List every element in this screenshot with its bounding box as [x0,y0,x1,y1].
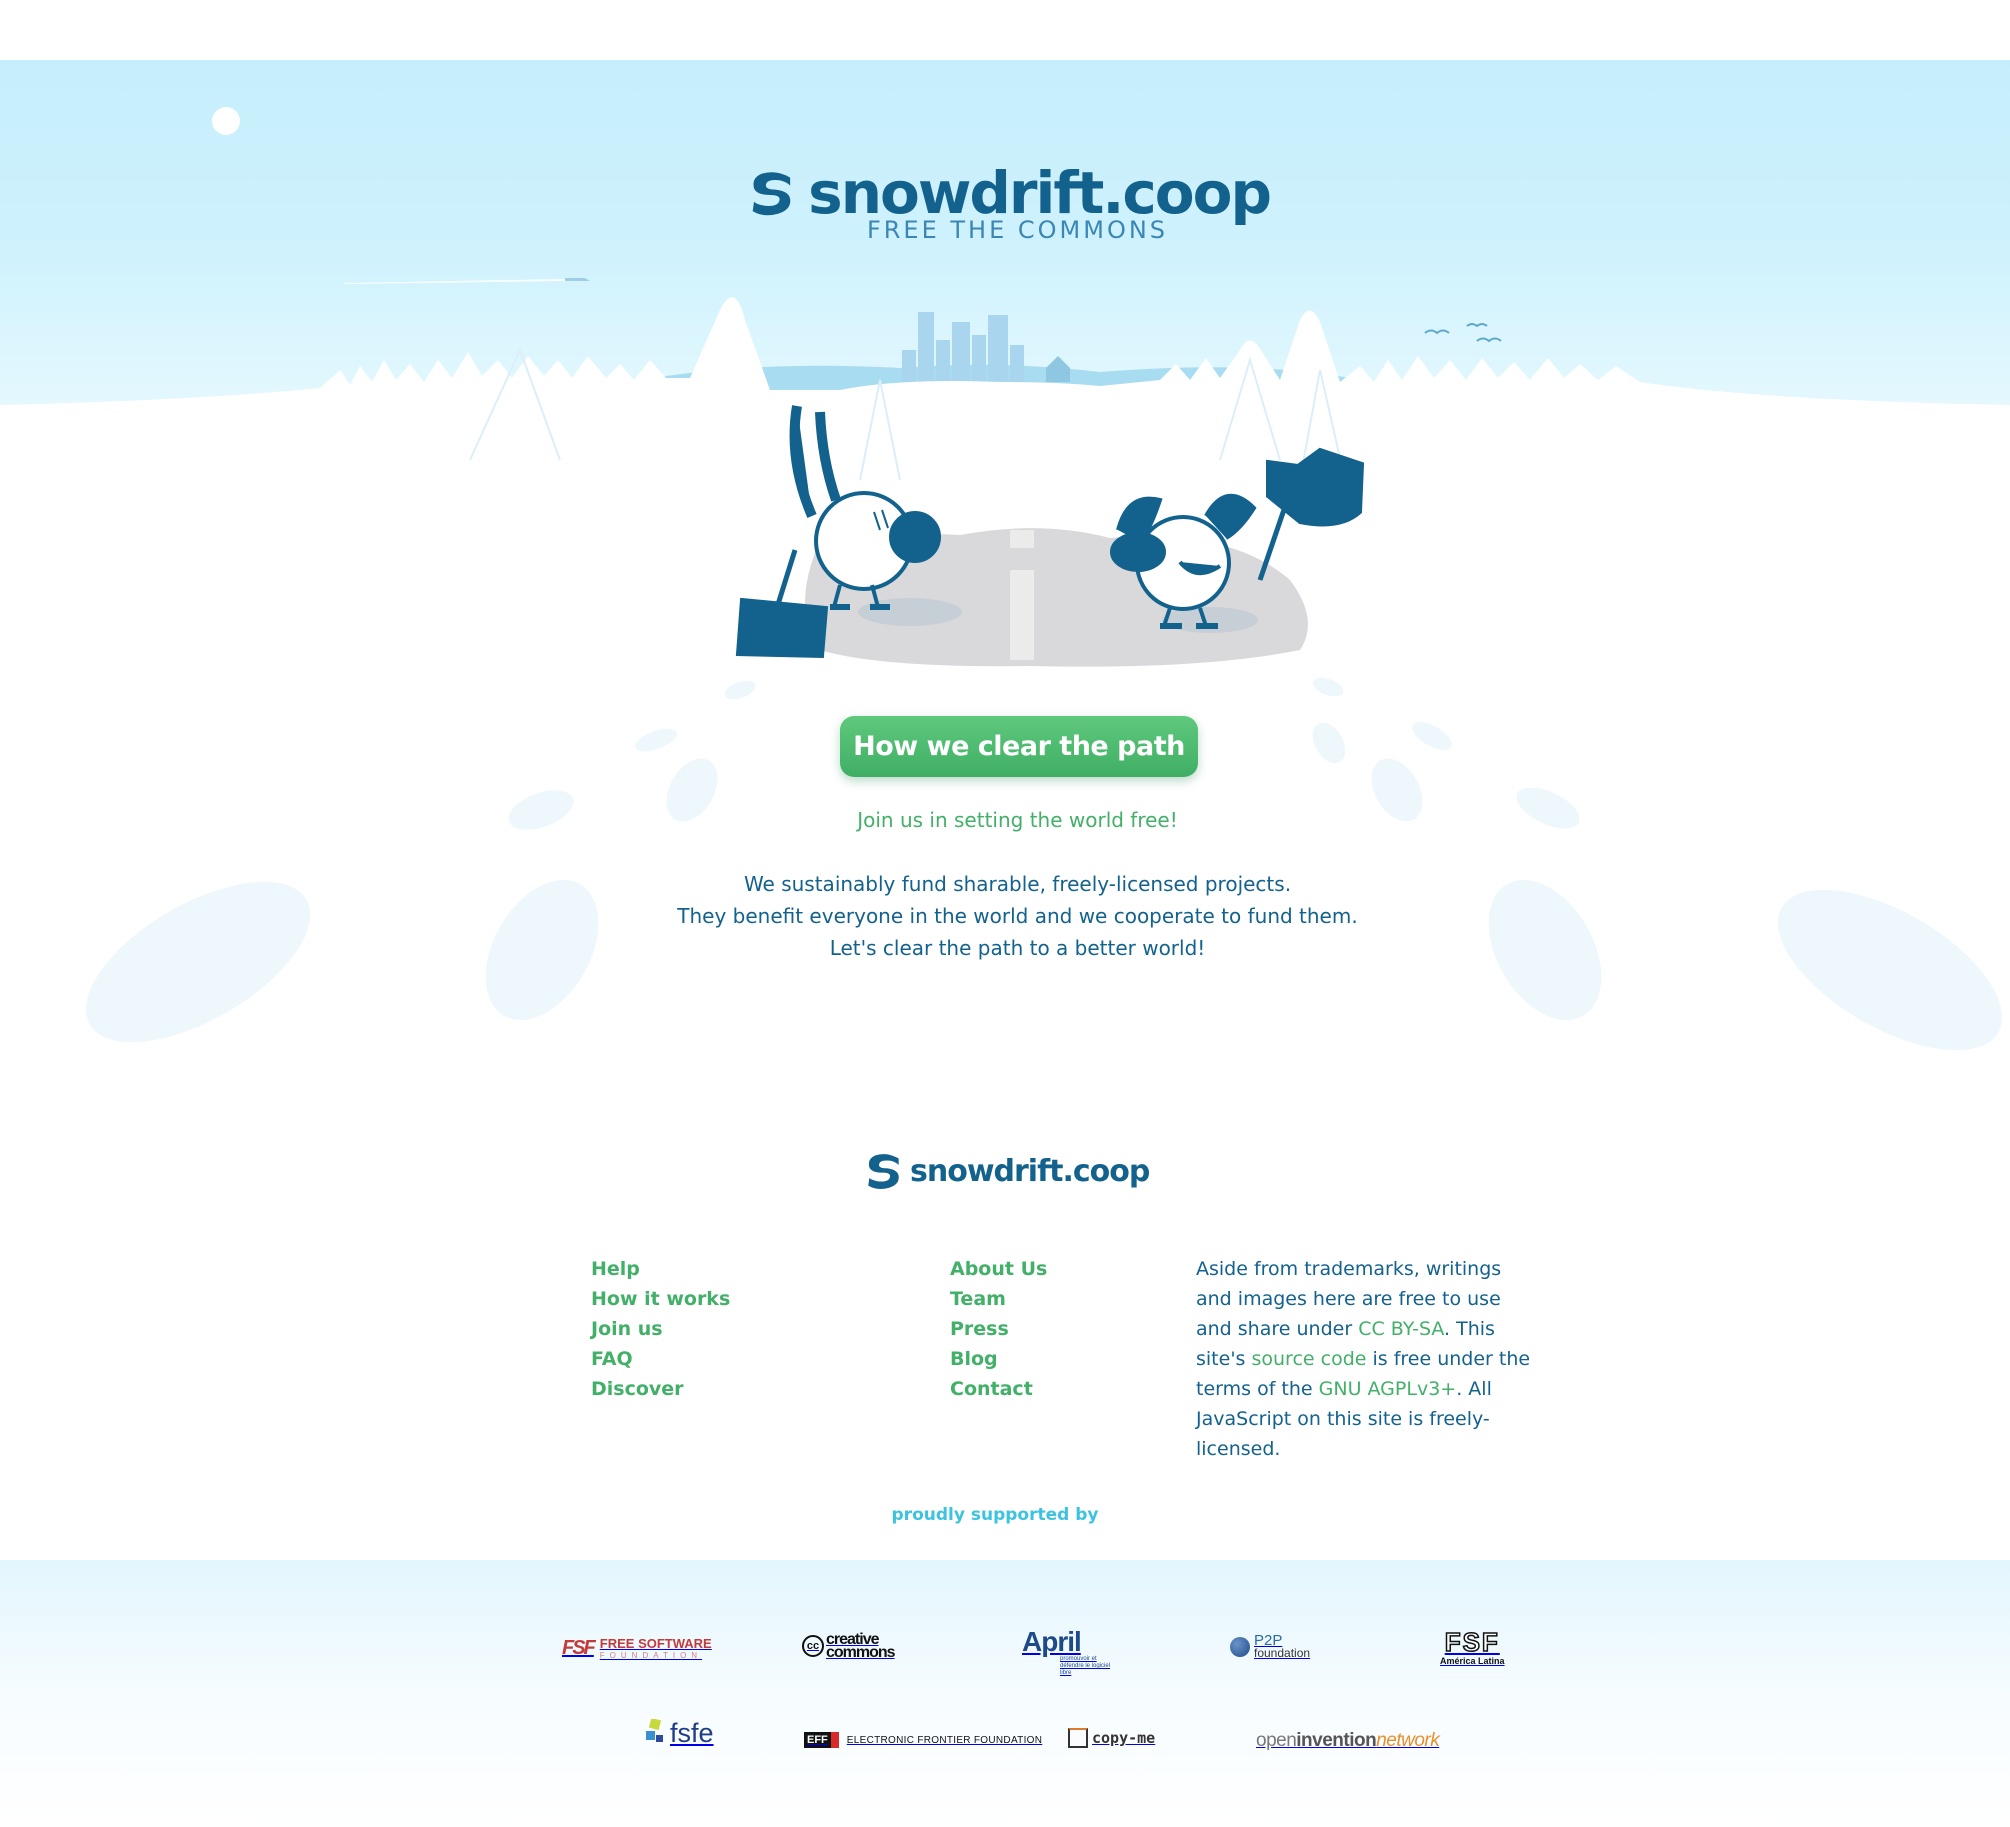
house-icon [1046,356,1070,382]
sponsors-section: FSF FREE SOFTWARE FOUNDATION cc creative… [0,1560,2010,1827]
how-we-clear-the-path-button[interactable]: How we clear the path [840,716,1198,777]
cc-by-sa-link[interactable]: CC BY-SA [1358,1318,1444,1340]
sponsor-copy-me-logo[interactable]: copy-me [1068,1728,1155,1748]
intro-line: They benefit everyone in the world and w… [677,904,1358,928]
footer-link-blog[interactable]: Blog [950,1348,998,1370]
sponsor-fsfla-logo[interactable]: FSF América Latina [1440,1627,1505,1666]
april-name: April [1022,1626,1082,1657]
copy-me-name: copy-me [1092,1729,1156,1747]
footer-link-about-us[interactable]: About Us [950,1258,1047,1280]
tagline: FREE THE COMMONS [866,216,1169,244]
sponsor-p2p-foundation-logo[interactable]: P2P foundation [1230,1633,1311,1660]
fsfe-name: fsfe [670,1718,714,1748]
source-code-link[interactable]: source code [1251,1348,1366,1370]
shovel-icon [735,597,829,659]
gnu-agpl-link[interactable]: GNU AGPLv3+ [1319,1378,1457,1400]
oin-invention: invention [1296,1730,1377,1751]
footer-link-press[interactable]: Press [950,1318,1009,1340]
city-skyline [902,312,1024,384]
footer-nav-primary: Help How it works Join us FAQ Discover [591,1254,730,1404]
fsf-abbr: FSF [562,1636,596,1659]
cc-line2: commons [826,1644,896,1661]
fsfla-name: FSF [1444,1627,1500,1657]
footer-link-faq[interactable]: FAQ [591,1348,633,1370]
plane-icon [565,278,590,281]
cc-icon: cc [802,1635,824,1657]
fsfe-star-icon [646,1718,663,1742]
footer-link-how-it-works[interactable]: How it works [591,1288,730,1310]
fsf-bottom: FOUNDATION [599,1651,703,1660]
intro-text: We sustainably fund sharable, freely-lic… [0,868,2010,964]
eff-name: ELECTRONIC FRONTIER FOUNDATION [846,1734,1043,1746]
footer-link-contact[interactable]: Contact [950,1378,1033,1400]
sponsor-fsf-logo[interactable]: FSF FREE SOFTWARE FOUNDATION [562,1636,712,1660]
sponsor-creative-commons-logo[interactable]: cc creative commons [802,1632,896,1661]
license-notice: Aside from trademarks, writings and imag… [1196,1254,1536,1464]
footer-brand-logo[interactable]: snowdrift.coop [866,1148,1166,1194]
footer-link-join-us[interactable]: Join us [591,1318,663,1340]
snowdrift-logo-icon [868,1154,899,1190]
p2p-sub: foundation [1254,1646,1311,1660]
sponsor-fsfe-logo[interactable]: fsfe [646,1718,714,1749]
eff-mark: EFF [804,1732,839,1748]
plane-contrail [345,279,565,284]
footer-link-help[interactable]: Help [591,1258,640,1280]
fsfla-sub: América Latina [1440,1656,1505,1666]
hero-section: snowdrift.coop FREE THE COMMONS How we c… [0,60,2010,1090]
sponsor-april-logo[interactable]: April promouvoir et défendre le logiciel… [1022,1628,1120,1677]
sponsor-eff-logo[interactable]: EFF ELECTRONIC FRONTIER FOUNDATION [804,1732,1042,1748]
birds-icon [1424,323,1502,343]
copy-me-icon [1068,1728,1088,1748]
oin-open: open [1256,1730,1297,1751]
oin-network: network [1376,1730,1440,1751]
supported-by-label: proudly supported by [891,1505,1099,1525]
footer-link-team[interactable]: Team [950,1288,1006,1310]
april-sub: promouvoir et défendre le logiciel libre [1060,1656,1111,1676]
intro-line: Let's clear the path to a better world! [829,936,1206,960]
footer-nav-secondary: About Us Team Press Blog Contact [950,1254,1047,1404]
join-us-text: Join us in setting the world free! [857,808,1178,832]
intro-line: We sustainably fund sharable, freely-lic… [743,872,1292,896]
sponsor-open-invention-network-logo[interactable]: open invention network [1256,1730,1440,1752]
sun-icon [212,107,240,135]
footer-brand-name: snowdrift.coop [910,1153,1150,1189]
footer-link-discover[interactable]: Discover [591,1378,684,1400]
p2p-globe-icon [1230,1637,1250,1657]
fsf-top: FREE SOFTWARE [599,1636,712,1651]
